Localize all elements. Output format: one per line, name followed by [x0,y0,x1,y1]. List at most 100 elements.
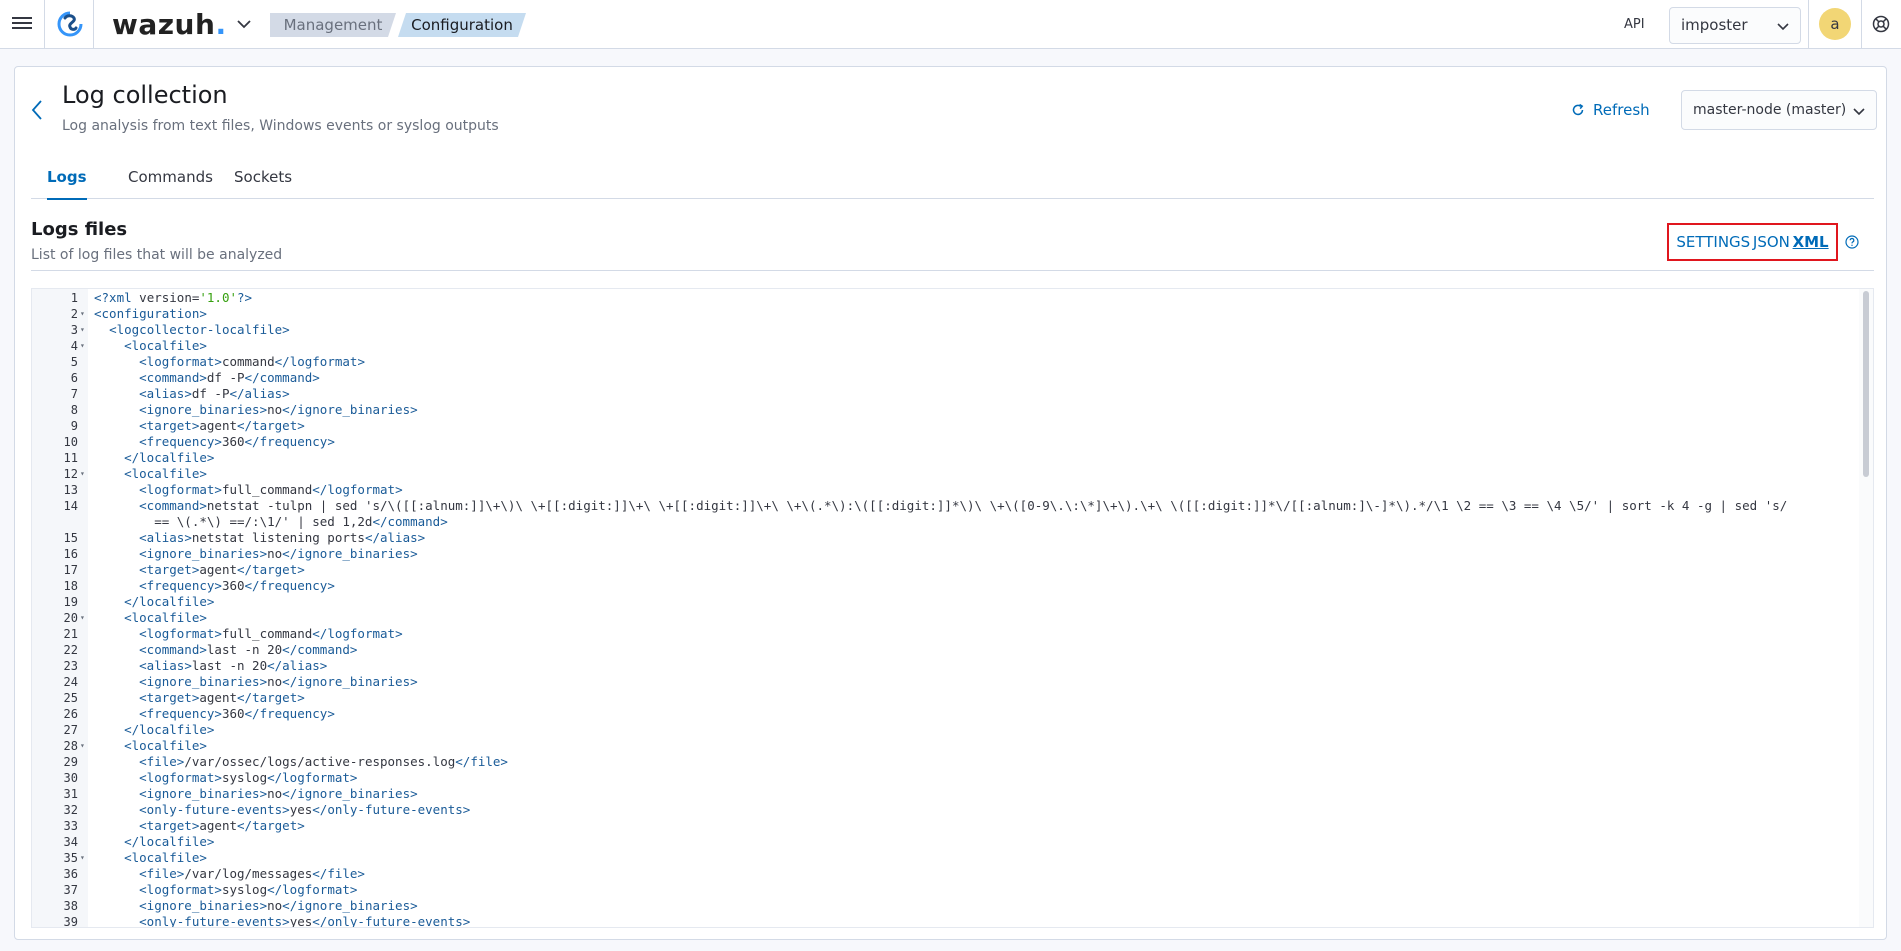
code-text: <localfile> [124,850,207,865]
code-line: 39 <only-future-events>yes</only-future-… [32,914,1850,928]
code-line: 28 ▾ <localfile> [32,738,1850,754]
code-line: 17 <target>agent</target> [32,562,1850,578]
code-text: <logcollector-localfile> [109,322,290,337]
line-number: 8 [70,403,78,417]
api-select[interactable]: imposter [1669,7,1801,44]
line-number: 22 [63,643,78,657]
code-text: <ignore_binaries>no</ignore_binaries> [139,402,418,417]
code-text: <command>last -n 20</command> [139,642,358,657]
line-number: 12 [63,467,78,481]
code-text: <localfile> [124,338,207,353]
node-select[interactable]: master-node (master) [1681,90,1877,130]
section-subtitle: List of log files that will be analyzed [31,247,283,263]
line-number: 19 [63,595,78,609]
code-text: <alias>netstat listening ports</alias> [139,530,426,545]
line-number: 17 [63,563,78,577]
breadcrumb-configuration[interactable]: Configuration [398,13,526,37]
line-number: 11 [63,451,78,465]
code-line: 25 <target>agent</target> [32,690,1850,706]
json-view-link[interactable]: JSON [1753,233,1790,251]
settings-view-link[interactable]: SETTINGS [1676,233,1750,251]
question-icon[interactable] [1845,235,1859,249]
code-line: 22 <command>last -n 20</command> [32,642,1850,658]
fold-toggle-icon[interactable]: ▾ [80,738,85,754]
code-text: <?xml version='1.0'?> [94,290,253,305]
help-icon[interactable] [1871,14,1891,34]
line-number: 23 [63,659,78,673]
line-number: 31 [63,787,78,801]
line-number: 13 [63,483,78,497]
code-line: 16 <ignore_binaries>no</ignore_binaries> [32,546,1850,562]
tab-logs[interactable]: Logs [47,155,87,200]
code-line: 26 <frequency>360</frequency> [32,706,1850,722]
line-number: 26 [63,707,78,721]
back-arrow-icon[interactable] [29,98,45,122]
line-number: 5 [70,355,78,369]
fold-toggle-icon[interactable]: ▾ [80,338,85,354]
line-number: 25 [63,691,78,705]
code-line: 4 ▾ <localfile> [32,338,1850,354]
line-number: 14 [63,499,78,513]
line-number: 21 [63,627,78,641]
code-text: <logformat>full_command</logformat> [139,626,403,641]
xml-code-editor[interactable]: 1 <?xml version='1.0'?> 2 ▾ <configuration> 3… [31,288,1874,928]
line-number: 20 [63,611,78,625]
fold-toggle-icon[interactable]: ▾ [80,306,85,322]
code-text: <localfile> [124,466,207,481]
line-number: 38 [63,899,78,913]
line-number: 35 [63,851,78,865]
code-text: <logformat>full_command</logformat> [139,482,403,497]
code-line: 27 </localfile> [32,722,1850,738]
scrollbar-thumb[interactable] [1863,291,1869,477]
code-line: 13 <logformat>full_command</logformat> [32,482,1850,498]
line-number: 30 [63,771,78,785]
xml-view-link[interactable]: XML [1793,233,1829,251]
chevron-down-icon[interactable] [234,14,254,34]
code-line: 38 <ignore_binaries>no</ignore_binaries> [32,898,1850,914]
fold-toggle-icon[interactable]: ▾ [80,850,85,866]
line-number: 15 [63,531,78,545]
code-line: 2 ▾ <configuration> [32,306,1850,322]
user-avatar[interactable]: a [1819,8,1851,40]
fold-toggle-icon[interactable]: ▾ [80,466,85,482]
node-selected-value: master-node (master) [1693,102,1847,118]
tab-commands[interactable]: Commands [128,155,213,199]
code-line: 6 <command>df -P</command> [32,370,1850,386]
chevron-down-icon [1853,108,1865,116]
format-switcher: SETTINGS JSON XML [1667,223,1838,261]
code-line: 11 </localfile> [32,450,1850,466]
line-number: 16 [63,547,78,561]
api-selected-value: imposter [1681,16,1748,34]
code-line: 34 </localfile> [32,834,1850,850]
line-number: 39 [63,915,78,928]
code-text: </localfile> [124,834,215,849]
refresh-icon [1572,103,1584,116]
wazuh-logo-icon[interactable] [56,10,84,38]
code-line: 10 <frequency>360</frequency> [32,434,1850,450]
code-text: <file>/var/ossec/logs/active-responses.l… [139,754,508,769]
fold-toggle-icon[interactable]: ▾ [80,322,85,338]
line-number: 2 [70,307,78,321]
code-text: <configuration> [94,306,207,321]
page-title: Log collection [62,81,228,109]
brand-name[interactable]: wazuh. [112,8,227,41]
code-text: <only-future-events>yes</only-future-eve… [139,802,471,817]
breadcrumb-management[interactable]: Management [270,13,396,37]
code-text: <logformat>syslog</logformat> [139,770,358,785]
code-line: 12 ▾ <localfile> [32,466,1850,482]
code-text: <alias>last -n 20</alias> [139,658,328,673]
tab-bar: Logs Commands Sockets [31,155,1874,200]
code-line: 35 ▾ <localfile> [32,850,1850,866]
code-line: 33 <target>agent</target> [32,818,1850,834]
code-line: 24 <ignore_binaries>no</ignore_binaries> [32,674,1850,690]
line-number: 28 [63,739,78,753]
line-number: 27 [63,723,78,737]
fold-toggle-icon[interactable]: ▾ [80,610,85,626]
tab-sockets[interactable]: Sockets [234,155,292,199]
code-lines: 1 <?xml version='1.0'?> 2 ▾ <configuration> 3… [32,290,1850,928]
code-text: <ignore_binaries>no</ignore_binaries> [139,898,418,913]
refresh-button[interactable]: Refresh [1571,101,1650,119]
menu-icon[interactable] [12,14,32,34]
divider [31,270,1874,271]
api-label: API [1624,17,1645,32]
